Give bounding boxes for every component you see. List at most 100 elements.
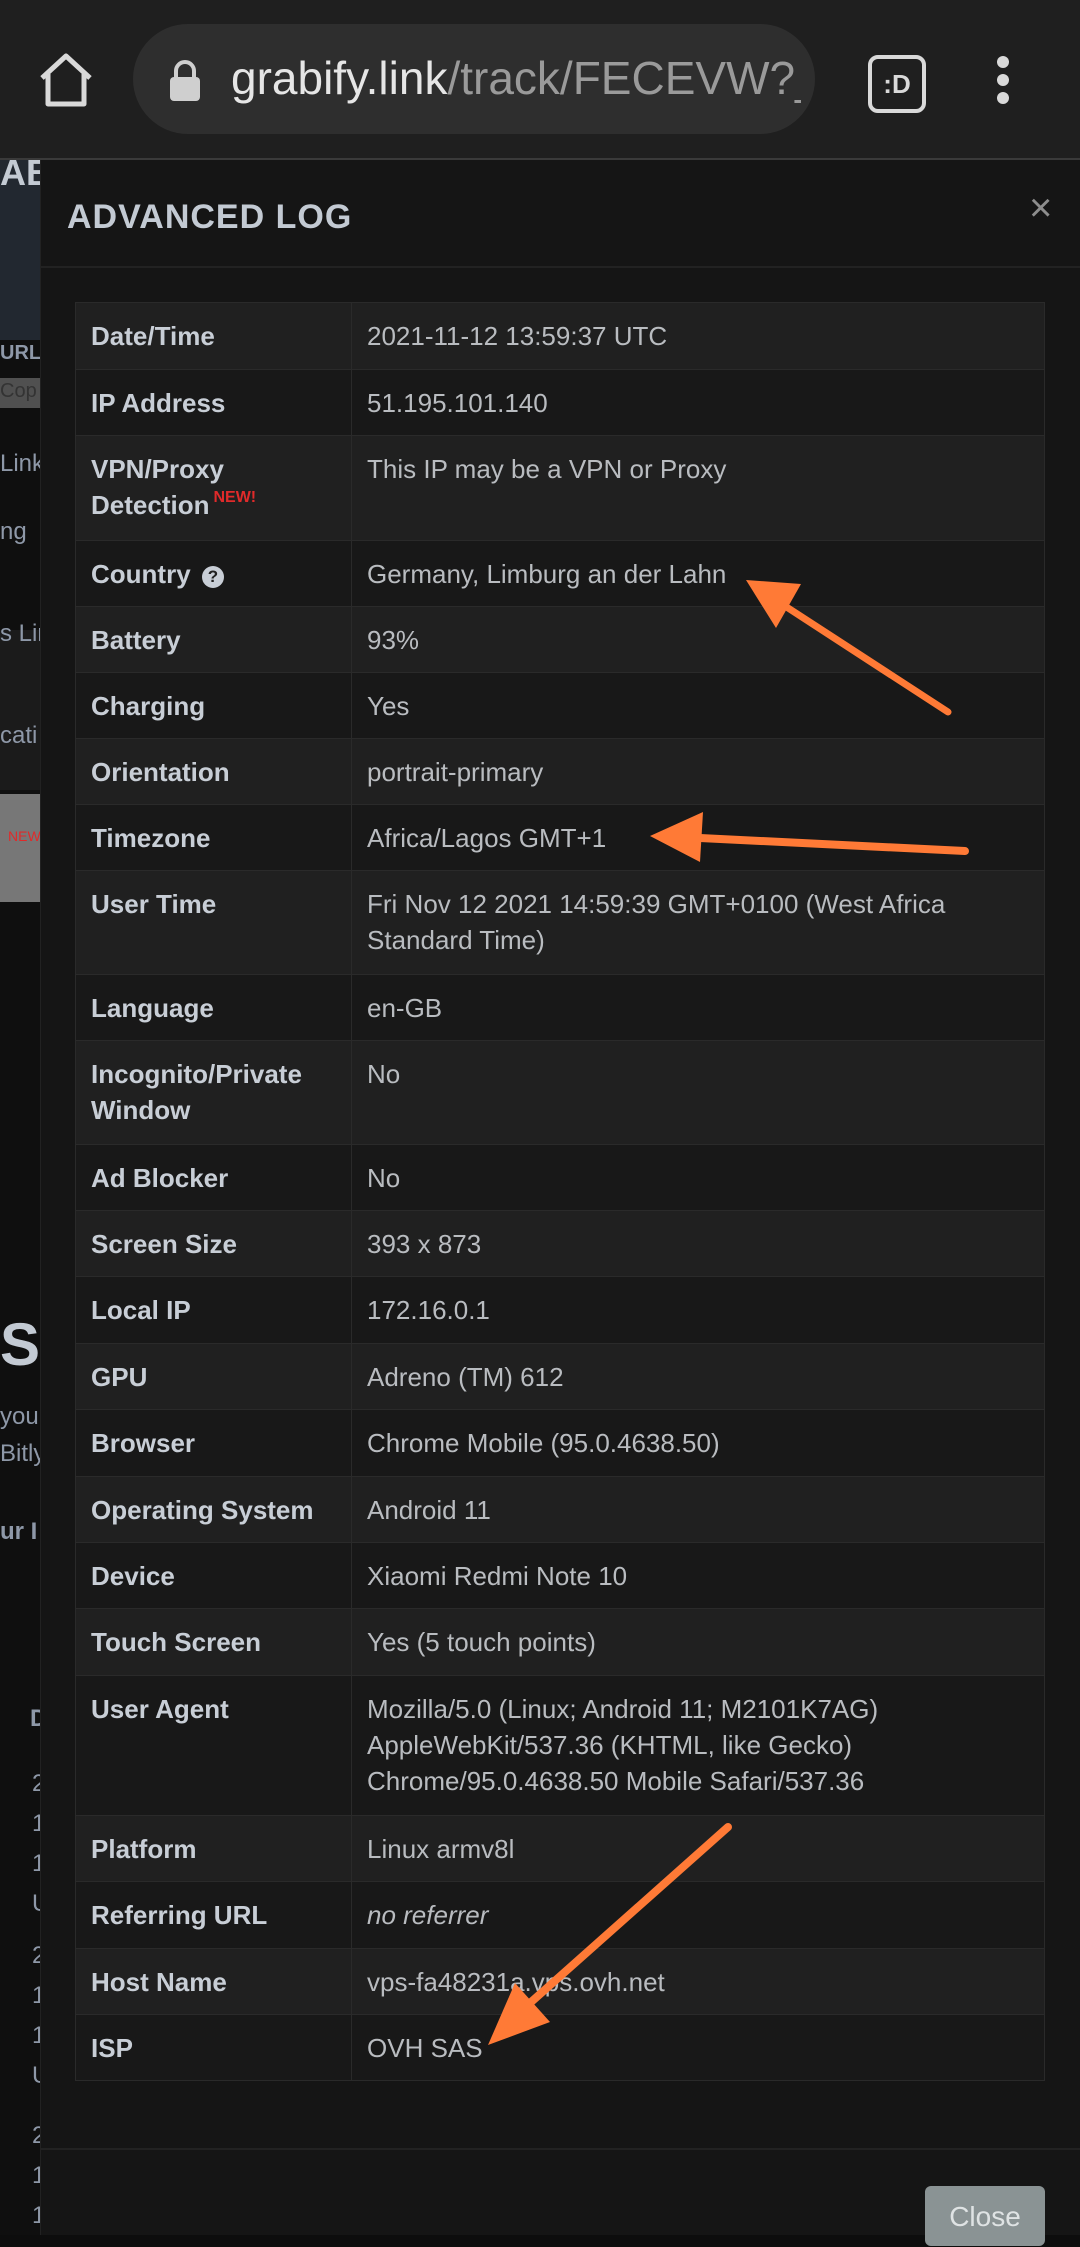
table-row: Device Xiaomi Redmi Note 10 <box>75 1542 1045 1609</box>
bg-fragment: 2 <box>32 1942 40 1969</box>
row-key: Touch Screen <box>75 1608 352 1676</box>
modal-footer: Close <box>41 2148 1080 2246</box>
table-row: IP Address 51.195.101.140 <box>75 369 1045 436</box>
row-key: Browser <box>75 1409 352 1477</box>
row-value: This IP may be a VPN or Proxy <box>351 435 1045 541</box>
address-bar[interactable]: grabify.link/track/FECEVW?_ <box>133 24 815 134</box>
row-value: OVH SAS <box>351 2014 1045 2081</box>
row-key: User Agent <box>75 1675 352 1816</box>
bg-fragment: you <box>0 1403 39 1430</box>
row-value: Africa/Lagos GMT+1 <box>351 804 1045 871</box>
bg-fragment: s Lin <box>0 620 40 647</box>
url-path: /track/FECEVW?_ <box>447 52 801 104</box>
close-icon[interactable]: × <box>1029 186 1052 231</box>
table-row: Country ? Germany, Limburg an der Lahn <box>75 540 1045 607</box>
row-key: ISP <box>75 2014 352 2081</box>
row-key: Incognito/Private Window <box>75 1040 352 1145</box>
table-row: Referring URL no referrer <box>75 1881 1045 1949</box>
row-key: Device <box>75 1542 352 1609</box>
bg-fragment: 1 <box>32 1850 40 1877</box>
table-row: Orientation portrait-primary <box>75 738 1045 805</box>
row-value: no referrer <box>351 1881 1045 1949</box>
row-key: Referring URL <box>75 1881 352 1949</box>
table-row: Incognito/Private Window No <box>75 1040 1045 1145</box>
bg-fragment: Cop <box>0 380 37 402</box>
bg-fragment: 1 <box>32 1810 40 1837</box>
home-icon[interactable] <box>38 50 94 110</box>
row-value: Xiaomi Redmi Note 10 <box>351 1542 1045 1609</box>
row-key-label: Country <box>91 559 191 589</box>
row-key: Screen Size <box>75 1210 352 1277</box>
table-row: User Agent Mozilla/5.0 (Linux; Android 1… <box>75 1675 1045 1816</box>
row-key: Orientation <box>75 738 352 805</box>
bg-fragment: Bitly <box>0 1440 40 1467</box>
row-value: Adreno (TM) 612 <box>351 1343 1045 1410</box>
table-row: Battery 93% <box>75 606 1045 673</box>
row-key: Timezone <box>75 804 352 871</box>
bg-fragment: D <box>30 1705 40 1732</box>
advanced-log-modal: ADVANCED LOG × Date/Time 2021-11-12 13:5… <box>40 160 1080 2246</box>
log-table: Date/Time 2021-11-12 13:59:37 UTC IP Add… <box>75 302 1045 2081</box>
row-key: Operating System <box>75 1476 352 1543</box>
bg-fragment: SU <box>0 1311 40 1378</box>
row-value: en-GB <box>351 974 1045 1041</box>
overflow-menu-icon[interactable] <box>988 56 1018 104</box>
row-key: VPN/Proxy Detection NEW! <box>75 435 352 541</box>
row-value: Android 11 <box>351 1476 1045 1543</box>
background-page: AB URL Cop Link ng s Lin cati NEW SU you… <box>0 160 40 2235</box>
table-row: Touch Screen Yes (5 touch points) <box>75 1608 1045 1676</box>
tab-switcher-button[interactable]: :D <box>868 55 926 113</box>
table-row: Platform Linux armv8l <box>75 1815 1045 1882</box>
help-icon[interactable]: ? <box>201 566 224 588</box>
modal-header: ADVANCED LOG × <box>41 160 1080 268</box>
bg-fragment: AB <box>0 160 40 193</box>
url-host: grabify.link <box>231 52 448 104</box>
row-key: User Time <box>75 870 352 975</box>
table-row: Browser Chrome Mobile (95.0.4638.50) <box>75 1409 1045 1477</box>
table-row: Screen Size 393 x 873 <box>75 1210 1045 1277</box>
row-value: vps-fa48231a.vps.ovh.net <box>351 1948 1045 2015</box>
row-value: No <box>351 1144 1045 1211</box>
table-row: Date/Time 2021-11-12 13:59:37 UTC <box>75 302 1045 370</box>
row-key: Country ? <box>75 540 352 607</box>
bg-fragment: ng <box>0 518 27 545</box>
bg-fragment: NEW <box>8 828 40 844</box>
row-value: No <box>351 1040 1045 1145</box>
row-value: 2021-11-12 13:59:37 UTC <box>351 302 1045 370</box>
bg-fragment: U <box>32 1890 40 1918</box>
bg-fragment: Link <box>0 450 40 477</box>
bg-fragment: 1 <box>32 2162 40 2189</box>
row-key: IP Address <box>75 369 352 436</box>
row-value: Linux armv8l <box>351 1815 1045 1882</box>
row-key: Ad Blocker <box>75 1144 352 1211</box>
row-key: Date/Time <box>75 302 352 370</box>
bg-fragment: 2 <box>32 1770 40 1797</box>
new-badge: NEW! <box>213 489 257 506</box>
table-row: Host Name vps-fa48231a.vps.ovh.net <box>75 1948 1045 2015</box>
bg-fragment: 1 <box>32 2022 40 2049</box>
row-value: Yes (5 touch points) <box>351 1608 1045 1676</box>
row-key: Charging <box>75 672 352 739</box>
table-row: Language en-GB <box>75 974 1045 1041</box>
lock-icon <box>168 58 202 102</box>
row-value: Yes <box>351 672 1045 739</box>
row-value: 393 x 873 <box>351 1210 1045 1277</box>
table-row: Timezone Africa/Lagos GMT+1 <box>75 804 1045 871</box>
row-value: 172.16.0.1 <box>351 1276 1045 1344</box>
row-value: portrait-primary <box>351 738 1045 805</box>
modal-title: ADVANCED LOG <box>67 198 353 236</box>
bg-fragment: 2 <box>32 2122 40 2149</box>
row-key: Host Name <box>75 1948 352 2015</box>
table-row: Charging Yes <box>75 672 1045 739</box>
row-key: Platform <box>75 1815 352 1882</box>
table-row: Operating System Android 11 <box>75 1476 1045 1543</box>
row-value: Fri Nov 12 2021 14:59:39 GMT+0100 (West … <box>351 870 1045 975</box>
url-text: grabify.link/track/FECEVW?_ <box>231 50 801 106</box>
close-button[interactable]: Close <box>925 2186 1045 2246</box>
row-value: Germany, Limburg an der Lahn <box>351 540 1045 607</box>
bg-fragment: 1 <box>32 2202 40 2229</box>
row-value: 51.195.101.140 <box>351 369 1045 436</box>
browser-toolbar: grabify.link/track/FECEVW?_ :D <box>0 0 1080 160</box>
row-value: Chrome Mobile (95.0.4638.50) <box>351 1409 1045 1477</box>
bg-fragment: ur I <box>0 1518 38 1545</box>
